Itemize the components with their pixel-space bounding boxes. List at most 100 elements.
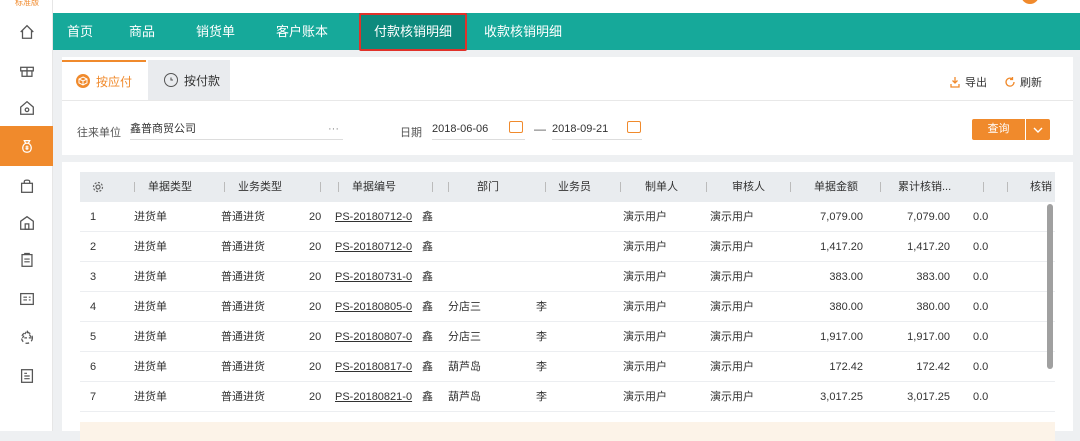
report-icon[interactable]	[0, 356, 53, 396]
avatar[interactable]	[1021, 0, 1039, 4]
table-row[interactable]: 1 进货单 普通进货 20 PS-20180712-0 鑫 演示用户 演示用户 7,079.00…	[80, 202, 1055, 232]
contacts-card-icon[interactable]	[0, 279, 53, 319]
vertical-scrollbar[interactable]	[1047, 204, 1053, 369]
header-auditor[interactable]: 审核人	[732, 172, 765, 202]
table-row[interactable]: 3 进货单 普通进货 20 PS-20180731-0 鑫 演示用户 演示用户 383.00 38…	[80, 262, 1055, 292]
partner-more-button[interactable]: ···	[328, 118, 339, 140]
table-row[interactable]: 6 进货单 普通进货 20 PS-20180817-0 鑫 葫芦岛 李 演示用户 演示用户 172.…	[80, 352, 1055, 382]
cell-index: 4	[90, 301, 97, 313]
cell-dept: 分店三	[448, 331, 481, 343]
cell-staff: 李	[536, 361, 547, 373]
left-sidebar: 标准版	[0, 0, 53, 431]
header-separator	[224, 182, 225, 192]
cell-doc-type: 进货单	[134, 211, 167, 223]
query-button[interactable]: 查询	[972, 119, 1025, 140]
cell-doc-no[interactable]: PS-20180821-0	[335, 382, 427, 412]
header-doc-no[interactable]: 单据编号	[352, 172, 396, 202]
cell-auditor: 演示用户	[710, 241, 754, 253]
date-separator: —	[534, 122, 546, 136]
header-maker[interactable]: 制单人	[645, 172, 678, 202]
cell-maker: 演示用户	[623, 331, 667, 343]
table-row[interactable]: 4 进货单 普通进货 20 PS-20180805-0 鑫 分店三 李 演示用户 演示用户 380.…	[80, 292, 1055, 322]
cell-biz-type: 普通进货	[221, 331, 265, 343]
cell-amount: 172.42	[829, 361, 863, 373]
header-separator	[134, 182, 135, 192]
shopping-bag-icon[interactable]	[0, 166, 53, 206]
refresh-icon	[1005, 77, 1015, 87]
cell-date: 20	[309, 241, 322, 253]
gift-icon[interactable]	[0, 50, 53, 90]
cell-writeoff-total: 1,417.20	[907, 241, 950, 253]
nav-receipt-writeoff[interactable]: 收款核销明细	[484, 13, 562, 50]
cell-index: 2	[90, 241, 97, 253]
header-writeoff[interactable]: 核销	[1030, 172, 1052, 202]
header-date[interactable]	[326, 172, 336, 202]
nav-customer-ledger[interactable]: 客户账本	[276, 13, 328, 50]
recycle-icon[interactable]	[0, 317, 53, 357]
cell-doc-no[interactable]: PS-20180817-0	[335, 352, 427, 382]
table-row[interactable]: 7 进货单 普通进货 20 PS-20180821-0 鑫 葫芦岛 李 演示用户 演示用户 3,01…	[80, 382, 1055, 412]
header-staff[interactable]: 业务员	[558, 172, 591, 202]
calendar-icon[interactable]	[509, 121, 523, 133]
cell-amount: 7,079.00	[820, 211, 863, 223]
clipboard-icon[interactable]	[0, 240, 53, 280]
clock-icon	[164, 73, 178, 87]
header-dept[interactable]: 部门	[477, 172, 499, 202]
cell-doc-no[interactable]: PS-20180712-0	[335, 232, 427, 262]
cell-doc-type: 进货单	[134, 331, 167, 343]
cell-auditor: 演示用户	[710, 211, 754, 223]
chevron-down-icon	[1033, 127, 1043, 133]
header-separator	[545, 182, 546, 192]
header-separator	[1007, 182, 1008, 192]
cell-maker: 演示用户	[623, 211, 667, 223]
cell-partner: 鑫	[422, 331, 433, 343]
header-separator	[620, 182, 621, 192]
header-partner[interactable]	[436, 172, 446, 202]
cell-auditor: 演示用户	[710, 301, 754, 313]
cell-amount: 380.00	[829, 301, 863, 313]
tab-by-payable[interactable]: 按应付	[62, 60, 146, 100]
header-biz-type[interactable]: 业务类型	[238, 172, 282, 202]
header-amount[interactable]: 单据金额	[814, 172, 858, 202]
settings-home-icon[interactable]	[0, 88, 53, 128]
cell-biz-type: 普通进货	[221, 241, 265, 253]
table-header: 单据类型 业务类型 单据编号 部门 业务员 制单人 审核人 单据金额 累计核销.…	[80, 172, 1055, 202]
cell-doc-no[interactable]: PS-20180805-0	[335, 292, 427, 322]
nav-home[interactable]: 首页	[67, 13, 93, 50]
money-bag-icon[interactable]	[0, 126, 53, 166]
export-button[interactable]: 导出	[949, 74, 987, 90]
summary-row	[80, 422, 1055, 441]
cell-remaining: 0.0	[973, 391, 989, 403]
table-row[interactable]: 5 进货单 普通进货 20 PS-20180807-0 鑫 分店三 李 演示用户 演示用户 1,91…	[80, 322, 1055, 352]
cell-staff: 李	[536, 331, 547, 343]
cube-icon	[76, 74, 90, 88]
cell-writeoff-total: 7,079.00	[907, 211, 950, 223]
store-icon[interactable]	[0, 203, 53, 243]
cell-remaining: 0.0	[973, 211, 989, 223]
calendar-icon[interactable]	[627, 121, 641, 133]
header-doc-type[interactable]: 单据类型	[148, 172, 192, 202]
partner-label: 往来单位	[77, 127, 121, 139]
home-icon[interactable]	[0, 12, 53, 52]
cell-auditor: 演示用户	[710, 331, 754, 343]
refresh-button[interactable]: 刷新	[1004, 74, 1042, 90]
header-writeoff-total[interactable]: 累计核销...	[898, 172, 968, 202]
cell-doc-no[interactable]: PS-20180731-0	[335, 262, 427, 292]
nav-sales-order[interactable]: 销货单	[196, 13, 235, 50]
header-separator	[320, 182, 321, 192]
header-remaining[interactable]	[987, 172, 997, 202]
tab-by-payment[interactable]: 按付款	[148, 60, 230, 100]
cell-partner: 鑫	[422, 391, 433, 403]
query-dropdown-button[interactable]	[1026, 119, 1050, 140]
cell-doc-no[interactable]: PS-20180712-0	[335, 202, 427, 232]
nav-products[interactable]: 商品	[129, 13, 155, 50]
table-row[interactable]: 2 进货单 普通进货 20 PS-20180712-0 鑫 演示用户 演示用户 1,417.20…	[80, 232, 1055, 262]
partner-field[interactable]: 鑫普商贸公司 ···	[130, 118, 343, 140]
column-settings-icon[interactable]	[92, 172, 104, 202]
cell-doc-no[interactable]: PS-20180807-0	[335, 322, 427, 352]
cell-dept	[448, 262, 508, 292]
cell-remaining: 0.0	[973, 271, 989, 283]
top-nav: 首页 商品 销货单 客户账本 付款核销明细 收款核销明细	[53, 13, 1080, 51]
edition-badge: 标准版	[15, 0, 39, 7]
nav-payment-writeoff[interactable]: 付款核销明细	[359, 13, 467, 50]
